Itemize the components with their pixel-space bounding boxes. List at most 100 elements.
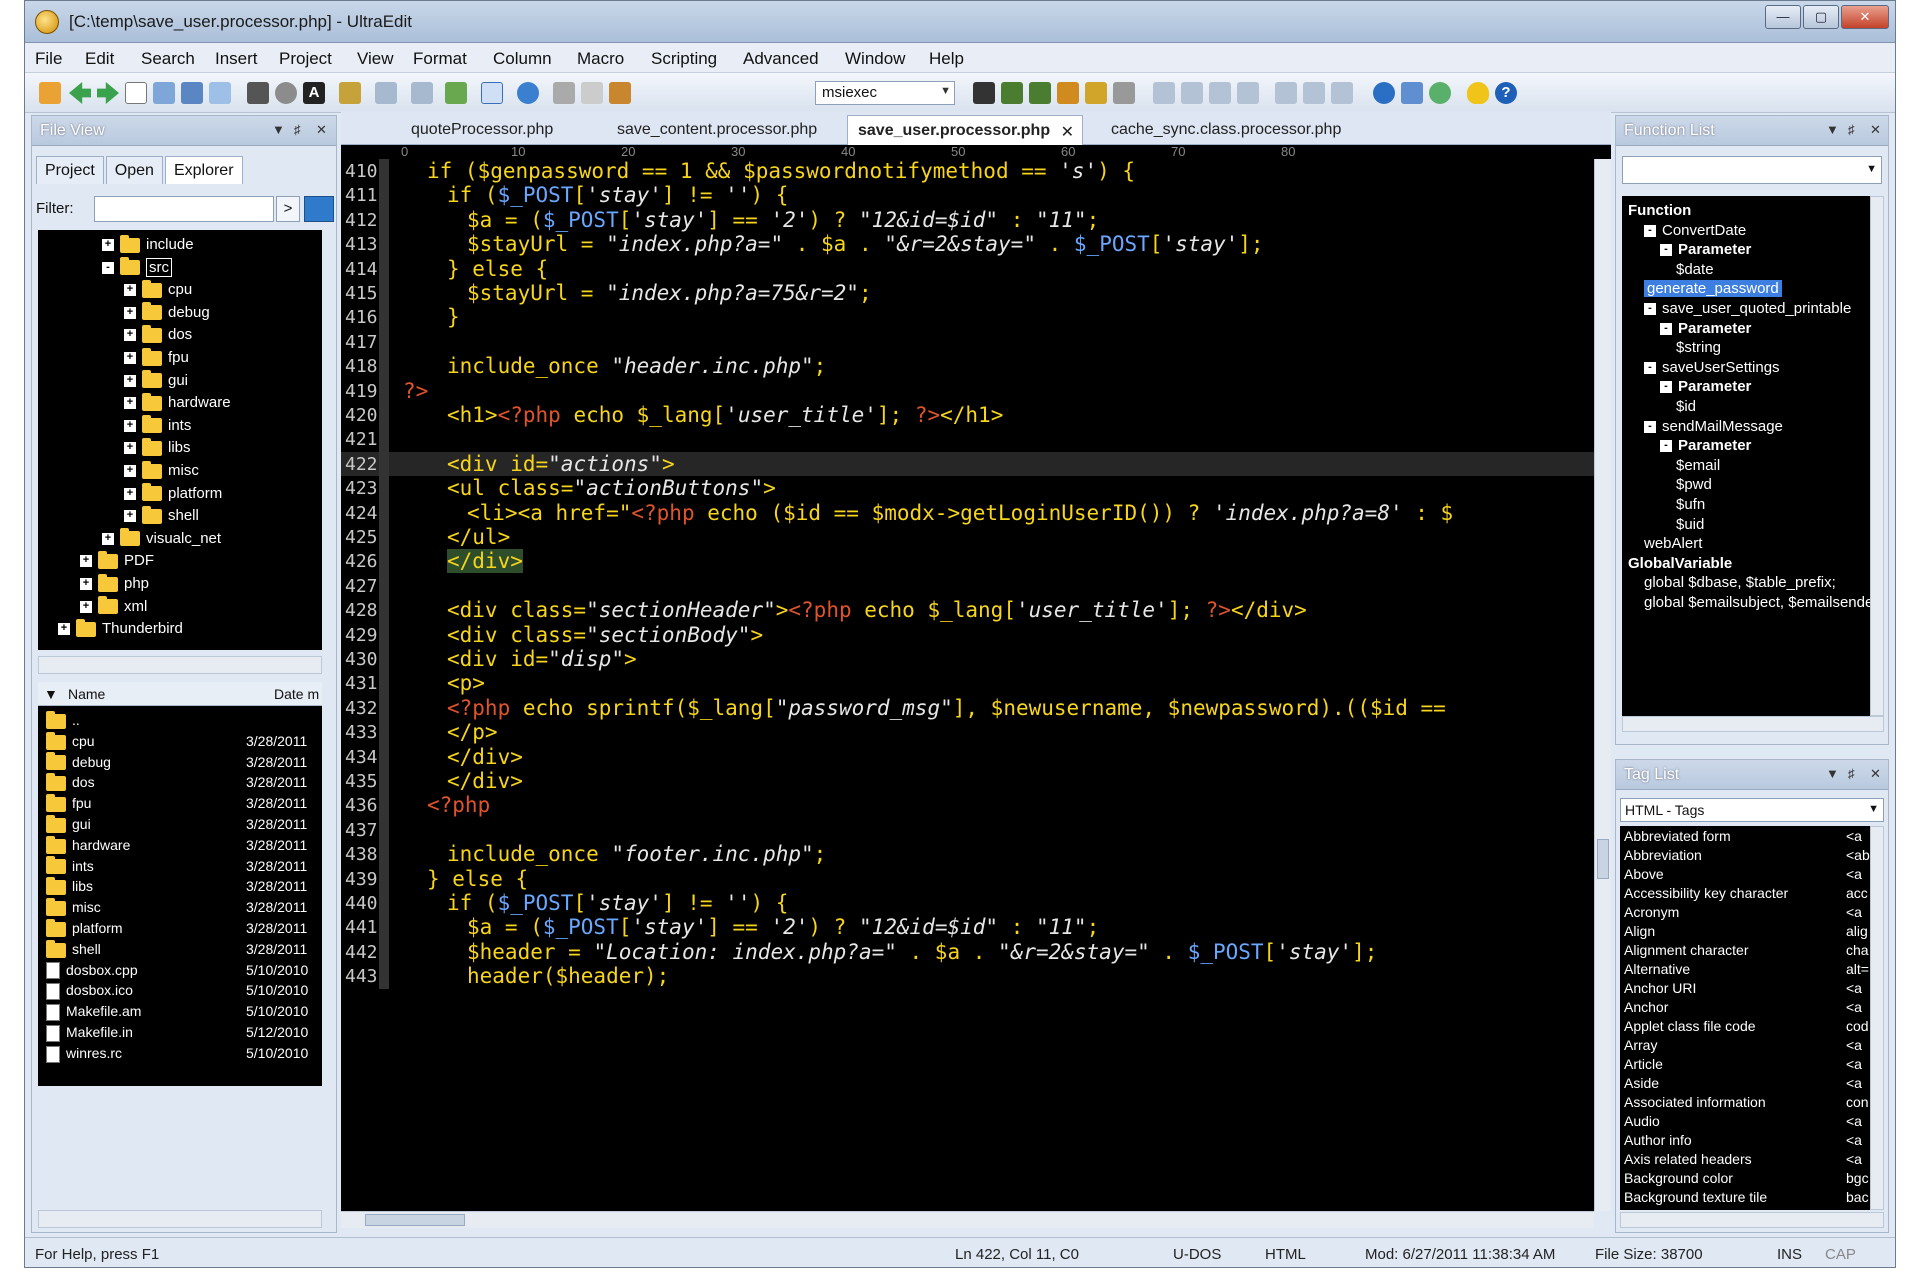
function-item[interactable]: - Parameter: [1660, 241, 1751, 261]
find-prev-icon[interactable]: [1029, 82, 1051, 104]
find-next-icon[interactable]: [1001, 82, 1023, 104]
tab-save-user[interactable]: save_user.processor.php ✕: [847, 115, 1083, 145]
tree-item[interactable]: + xml: [80, 596, 147, 620]
expand-icon[interactable]: +: [124, 442, 136, 455]
tree-item[interactable]: - src: [102, 257, 172, 281]
tag-item[interactable]: Aside <a: [1624, 1075, 1870, 1091]
expand-icon[interactable]: +: [124, 487, 136, 500]
status-language[interactable]: HTML: [1265, 1246, 1306, 1263]
tree-item[interactable]: + include: [102, 234, 194, 258]
menu-format[interactable]: Format: [413, 49, 467, 69]
word-wrap-icon[interactable]: [481, 82, 503, 104]
code-view[interactable]: 410 if ($genpassword == 1 && $passwordnot…: [341, 159, 1594, 1211]
tag-item[interactable]: Abbreviation <abb: [1624, 847, 1870, 863]
function-item[interactable]: - Parameter: [1660, 320, 1751, 340]
function-item[interactable]: $string: [1676, 339, 1721, 359]
column-date[interactable]: Date m: [274, 686, 319, 702]
tag-item[interactable]: Align alig: [1624, 923, 1870, 939]
tag-item[interactable]: Axis related headers <a: [1624, 1151, 1870, 1167]
tag-vscrollbar[interactable]: [1870, 826, 1884, 1210]
expand-icon[interactable]: +: [102, 239, 114, 252]
menu-file[interactable]: File: [35, 49, 62, 69]
status-encoding[interactable]: U-DOS: [1173, 1246, 1221, 1263]
function-item[interactable]: $ufn: [1676, 496, 1705, 516]
list-item[interactable]: Makefile.in 5/12/2010: [46, 1024, 322, 1044]
column-name[interactable]: Name: [68, 686, 105, 702]
vscroll-thumb[interactable]: [1597, 839, 1609, 879]
find-icon[interactable]: [973, 82, 995, 104]
expand-icon[interactable]: +: [124, 306, 136, 319]
maximize-button[interactable]: ▢: [1803, 5, 1839, 29]
tag-item[interactable]: Associated information con: [1624, 1094, 1870, 1110]
tag-item[interactable]: Background texture tile bac: [1624, 1189, 1870, 1205]
view-icon-1[interactable]: [1153, 82, 1175, 104]
function-vscrollbar[interactable]: [1870, 196, 1884, 716]
tag-group-combo[interactable]: HTML - Tags ▼: [1620, 798, 1884, 822]
function-item[interactable]: webAlert: [1644, 535, 1702, 555]
save-all-icon[interactable]: [209, 82, 231, 104]
tag-item[interactable]: Background color bgc: [1624, 1170, 1870, 1186]
tree-item[interactable]: + libs: [124, 437, 191, 461]
pin-icon[interactable]: ♯: [1848, 122, 1855, 137]
list-item[interactable]: hardware 3/28/2011: [46, 835, 322, 857]
view-icon-6[interactable]: [1303, 82, 1325, 104]
expand-icon[interactable]: +: [124, 374, 136, 387]
expand-icon[interactable]: +: [124, 284, 136, 297]
function-item[interactable]: global $dbase, $table_prefix;: [1644, 574, 1836, 594]
tree-item[interactable]: + php: [80, 573, 149, 597]
list-item[interactable]: fpu 3/28/2011: [46, 793, 322, 815]
tab-project[interactable]: Project: [36, 156, 104, 184]
filter-input[interactable]: [94, 196, 274, 222]
print-preview-icon[interactable]: [275, 82, 297, 104]
expand-icon[interactable]: +: [124, 397, 136, 410]
function-item[interactable]: $id: [1676, 398, 1696, 418]
function-hscrollbar[interactable]: [1622, 716, 1884, 732]
function-item[interactable]: global $emailsubject, $emailsender: [1644, 594, 1870, 614]
collapse-icon[interactable]: -: [1660, 381, 1672, 394]
function-item[interactable]: generate_password: [1644, 280, 1782, 300]
tag-item[interactable]: Above <a: [1624, 866, 1870, 882]
editor-vscrollbar[interactable]: [1594, 159, 1611, 1211]
tab-open[interactable]: Open: [105, 156, 163, 184]
tag-item[interactable]: Alternative alt=: [1624, 961, 1870, 977]
tag-item[interactable]: Anchor <a: [1624, 999, 1870, 1015]
tag-item[interactable]: Audio <a: [1624, 1113, 1870, 1129]
list-item[interactable]: gui 3/28/2011: [46, 814, 322, 836]
clipboard-combo[interactable]: msiexec ▼: [815, 81, 955, 105]
function-item[interactable]: - Parameter: [1660, 378, 1751, 398]
menu-edit[interactable]: Edit: [85, 49, 114, 69]
tree-item[interactable]: + ints: [124, 415, 191, 439]
list-item[interactable]: misc 3/28/2011: [46, 897, 322, 919]
replace-in-files-icon[interactable]: [1113, 82, 1135, 104]
list-item[interactable]: ints 3/28/2011: [46, 856, 322, 878]
list-item[interactable]: dos 3/28/2011: [46, 773, 322, 794]
open-file-icon[interactable]: [153, 82, 175, 104]
list-item[interactable]: winres.rc 5/10/2010: [46, 1045, 322, 1065]
list-item[interactable]: cpu 3/28/2011: [46, 731, 322, 753]
function-item[interactable]: $uid: [1676, 516, 1704, 536]
menu-insert[interactable]: Insert: [215, 49, 258, 69]
tree-hscrollbar[interactable]: [38, 656, 322, 674]
copy-icon[interactable]: [581, 82, 603, 104]
list-item[interactable]: dosbox.cpp 5/10/2010: [46, 962, 322, 982]
expand-icon[interactable]: +: [102, 532, 114, 545]
function-item[interactable]: - sendMailMessage: [1644, 418, 1783, 438]
tree-item[interactable]: + platform: [124, 483, 222, 507]
minimize-button[interactable]: —: [1765, 5, 1801, 29]
filter-options-button[interactable]: [304, 196, 334, 222]
function-item[interactable]: - save_user_quoted_printable: [1644, 300, 1851, 320]
expand-icon[interactable]: +: [124, 510, 136, 523]
menu-scripting[interactable]: Scripting: [651, 49, 717, 69]
list-item[interactable]: libs 3/28/2011: [46, 877, 322, 898]
view-icon-7[interactable]: [1331, 82, 1353, 104]
hscroll-thumb[interactable]: [365, 1214, 465, 1226]
tree-item[interactable]: + fpu: [124, 347, 189, 371]
tree-item[interactable]: + gui: [124, 370, 188, 394]
collapse-icon[interactable]: -: [1660, 244, 1672, 257]
tab-explorer[interactable]: Explorer: [164, 156, 243, 184]
filter-apply-button[interactable]: >: [276, 196, 300, 222]
web-browser-icon[interactable]: [517, 82, 539, 104]
back-icon[interactable]: [69, 82, 91, 104]
menu-search[interactable]: Search: [141, 49, 195, 69]
expand-icon[interactable]: +: [124, 329, 136, 342]
